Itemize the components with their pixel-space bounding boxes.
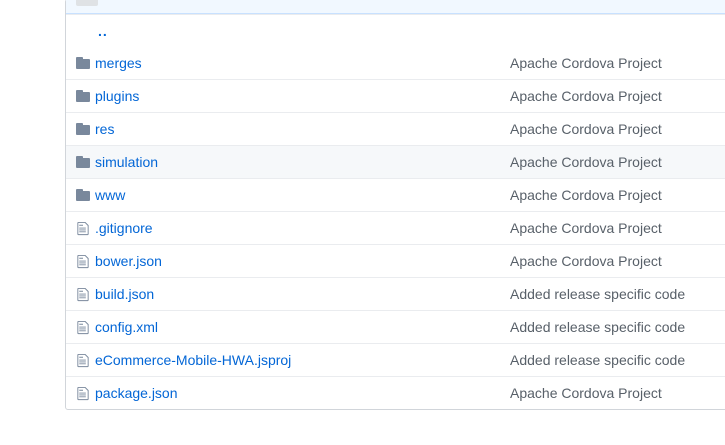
file-link[interactable]: package.json <box>95 385 178 401</box>
commit-message[interactable]: Apache Cordova Project <box>510 220 662 236</box>
file-icon <box>76 386 90 400</box>
file-icon <box>76 254 90 268</box>
parent-directory-row[interactable]: .. <box>66 14 725 47</box>
file-icon <box>76 221 90 235</box>
table-row[interactable]: www Apache Cordova Project <box>66 178 725 211</box>
table-row[interactable]: package.json Apache Cordova Project <box>66 376 725 409</box>
file-link[interactable]: eCommerce-Mobile-HWA.jsproj <box>95 352 291 368</box>
folder-link[interactable]: simulation <box>95 154 158 170</box>
file-list-table: .. merges Apache Cordova Project plugins Ap… <box>65 0 725 410</box>
folder-icon <box>76 155 90 169</box>
commit-message[interactable]: Apache Cordova Project <box>510 187 662 203</box>
table-row[interactable]: res Apache Cordova Project <box>66 112 725 145</box>
commit-message[interactable]: Added release specific code <box>510 286 685 302</box>
folder-icon <box>76 89 90 103</box>
commit-header <box>66 0 725 14</box>
parent-directory-link[interactable]: .. <box>98 23 108 39</box>
file-link[interactable]: .gitignore <box>95 220 153 236</box>
table-row[interactable]: config.xml Added release specific code <box>66 310 725 343</box>
commit-message[interactable]: Apache Cordova Project <box>510 253 662 269</box>
folder-link[interactable]: merges <box>95 55 142 71</box>
file-icon <box>76 320 90 334</box>
folder-link[interactable]: www <box>95 187 125 203</box>
folder-icon <box>76 188 90 202</box>
folder-link[interactable]: res <box>95 121 114 137</box>
commit-message[interactable]: Apache Cordova Project <box>510 55 662 71</box>
table-row[interactable]: plugins Apache Cordova Project <box>66 79 725 112</box>
avatar[interactable] <box>76 0 98 6</box>
table-row[interactable]: merges Apache Cordova Project <box>66 47 725 79</box>
folder-icon <box>76 56 90 70</box>
commit-message[interactable]: Apache Cordova Project <box>510 121 662 137</box>
folder-icon <box>76 122 90 136</box>
commit-message[interactable]: Apache Cordova Project <box>510 88 662 104</box>
table-row[interactable]: build.json Added release specific code <box>66 277 725 310</box>
folder-link[interactable]: plugins <box>95 88 139 104</box>
commit-message[interactable]: Apache Cordova Project <box>510 385 662 401</box>
file-rows: merges Apache Cordova Project plugins Apach… <box>66 47 725 409</box>
file-link[interactable]: bower.json <box>95 253 162 269</box>
table-row[interactable]: simulation Apache Cordova Project <box>66 145 725 178</box>
table-row[interactable]: eCommerce-Mobile-HWA.jsproj Added release… <box>66 343 725 376</box>
table-row[interactable]: bower.json Apache Cordova Project <box>66 244 725 277</box>
file-icon <box>76 287 90 301</box>
file-link[interactable]: build.json <box>95 286 154 302</box>
commit-message[interactable]: Apache Cordova Project <box>510 154 662 170</box>
commit-message[interactable]: Added release specific code <box>510 352 685 368</box>
commit-message[interactable]: Added release specific code <box>510 319 685 335</box>
file-icon <box>76 353 90 367</box>
file-link[interactable]: config.xml <box>95 319 158 335</box>
table-row[interactable]: .gitignore Apache Cordova Project <box>66 211 725 244</box>
